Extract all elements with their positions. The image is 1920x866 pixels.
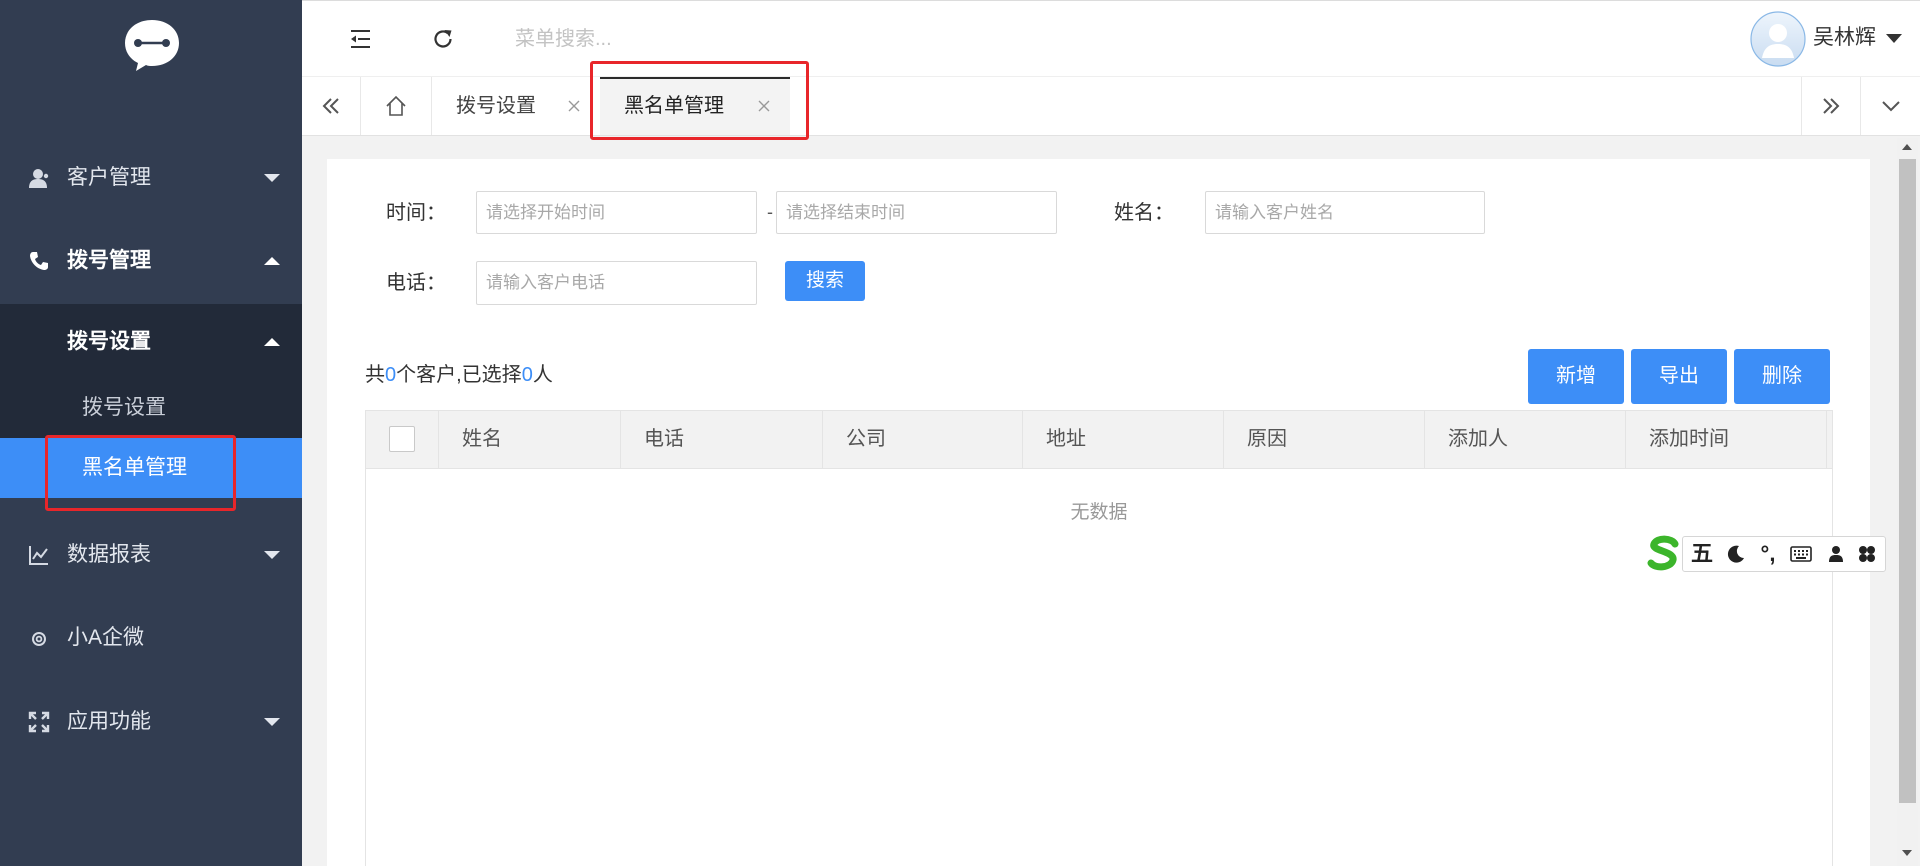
sidebar-item-label: 应用功能: [67, 710, 151, 733]
selected-count: 0: [521, 364, 533, 386]
close-icon[interactable]: [568, 100, 580, 112]
column-header-phone[interactable]: 电话: [621, 411, 823, 468]
refresh-icon[interactable]: [431, 27, 455, 51]
tab-scroll-left-button[interactable]: [302, 77, 361, 135]
sidebar-item-label: 小A企微: [67, 626, 145, 649]
sidebar-item-dial-settings-group[interactable]: 拨号设置: [0, 312, 302, 372]
column-header-reason[interactable]: 原因: [1224, 411, 1425, 468]
close-icon[interactable]: [758, 100, 770, 112]
time-label: 时间：: [386, 202, 446, 224]
sidebar-item-blacklist[interactable]: 黑名单管理: [0, 438, 302, 498]
select-all-checkbox[interactable]: [389, 426, 415, 452]
phone-label: 电话：: [386, 272, 446, 294]
search-button[interactable]: 搜索: [785, 261, 865, 301]
content-card: 时间： - 姓名： 电话： 搜索 共0个客户,已选择0人 新增 导出 删除 姓名…: [327, 159, 1870, 866]
top-header: 吴林辉: [302, 0, 1920, 76]
selection-summary: 共0个客户,已选择0人: [365, 359, 553, 391]
sidebar-item-label: 数据报表: [67, 543, 151, 566]
sidebar-item-label: 客户管理: [67, 166, 151, 189]
menu-search-input[interactable]: [515, 19, 915, 59]
total-count: 0: [385, 364, 397, 386]
column-header-name[interactable]: 姓名: [439, 411, 621, 468]
phone-icon: [30, 252, 48, 270]
sidebar-item-customer[interactable]: 客户管理: [0, 148, 302, 208]
table-header: 姓名 电话 公司 地址 原因 添加人 添加时间: [366, 411, 1832, 469]
double-chevron-left-icon: [322, 98, 339, 114]
wecom-icon: [32, 632, 46, 646]
tab-scroll-right-button[interactable]: [1801, 77, 1860, 135]
delete-button[interactable]: 删除: [1734, 349, 1830, 404]
scroll-down-arrow-icon[interactable]: [1902, 850, 1912, 856]
user-icon[interactable]: [1827, 545, 1845, 563]
vertical-scrollbar[interactable]: [1897, 138, 1918, 866]
customer-phone-field[interactable]: [476, 261, 757, 305]
ime-mode-toggle[interactable]: 五: [1691, 536, 1713, 572]
sidebar-item-label: 拨号管理: [67, 249, 151, 272]
column-header-address[interactable]: 地址: [1023, 411, 1224, 468]
export-button[interactable]: 导出: [1631, 349, 1727, 404]
tab-menu-button[interactable]: [1860, 77, 1920, 135]
summary-prefix: 共: [365, 364, 385, 386]
sidebar: 客户管理 拨号管理 拨号设置 拨号设置 黑名单管理 数据报表 小A企微 应用功能: [0, 0, 302, 866]
empty-state-text: 无数据: [1070, 502, 1128, 523]
grid-menu-icon[interactable]: [1857, 544, 1877, 564]
sidebar-item-dialing[interactable]: 拨号管理: [0, 231, 302, 291]
ime-punctuation-toggle[interactable]: °,: [1756, 536, 1780, 572]
end-time-field[interactable]: [776, 191, 1057, 234]
select-all-cell: [366, 411, 439, 468]
sidebar-item-wecom[interactable]: 小A企微: [0, 608, 302, 668]
tab-blacklist[interactable]: 黑名单管理: [600, 77, 790, 135]
chevron-down-icon: [264, 718, 280, 726]
indent-icon[interactable]: [348, 28, 372, 50]
start-time-field[interactable]: [476, 191, 757, 234]
tab-dial-settings[interactable]: 拨号设置: [432, 77, 590, 135]
chevron-up-icon: [264, 257, 280, 265]
add-button[interactable]: 新增: [1528, 349, 1624, 404]
customer-name-field[interactable]: [1205, 191, 1485, 234]
column-header-added-time[interactable]: 添加时间: [1626, 411, 1827, 468]
column-header-added-by[interactable]: 添加人: [1425, 411, 1626, 468]
blacklist-table: 姓名 电话 公司 地址 原因 添加人 添加时间 无数据: [365, 410, 1833, 866]
keyboard-icon[interactable]: [1790, 546, 1812, 562]
chevron-down-icon: [1881, 101, 1900, 112]
scrollbar-thumb[interactable]: [1899, 159, 1916, 803]
avatar[interactable]: [1750, 11, 1806, 67]
sidebar-item-label: 拨号设置: [67, 330, 151, 353]
sidebar-item-reports[interactable]: 数据报表: [0, 525, 302, 585]
moon-icon[interactable]: [1726, 544, 1746, 564]
sidebar-item-apps[interactable]: 应用功能: [0, 692, 302, 752]
scroll-up-arrow-icon[interactable]: [1902, 144, 1912, 150]
summary-suffix: 人: [532, 364, 553, 386]
user-name[interactable]: 吴林辉: [1813, 1, 1876, 75]
name-label: 姓名：: [1114, 202, 1174, 224]
tab-label: 拨号设置: [456, 95, 536, 117]
column-header-company[interactable]: 公司: [823, 411, 1023, 468]
ime-toolbar: 五 °,: [1642, 532, 1886, 574]
tab-label: 黑名单管理: [624, 95, 724, 117]
tab-bar: 拨号设置 黑名单管理: [302, 76, 1920, 136]
sogou-logo-icon[interactable]: [1642, 532, 1686, 574]
chevron-down-icon: [264, 174, 280, 182]
chevron-up-icon: [264, 338, 280, 346]
caret-down-icon[interactable]: [1886, 34, 1902, 43]
expand-icon: [28, 711, 50, 733]
sidebar-item-dial-settings[interactable]: 拨号设置: [0, 378, 302, 438]
tab-home[interactable]: [361, 77, 432, 135]
summary-middle: 个客户,已选择: [396, 364, 522, 386]
chat-bubble-logo-icon[interactable]: [121, 17, 183, 73]
sidebar-item-label: 黑名单管理: [82, 456, 187, 479]
home-icon: [386, 95, 406, 116]
double-chevron-right-icon: [1823, 98, 1840, 114]
line-chart-icon: [29, 546, 48, 565]
customer-icon: [29, 169, 49, 188]
sidebar-item-label: 拨号设置: [82, 396, 166, 419]
range-separator: -: [767, 202, 773, 222]
chevron-down-icon: [264, 551, 280, 559]
